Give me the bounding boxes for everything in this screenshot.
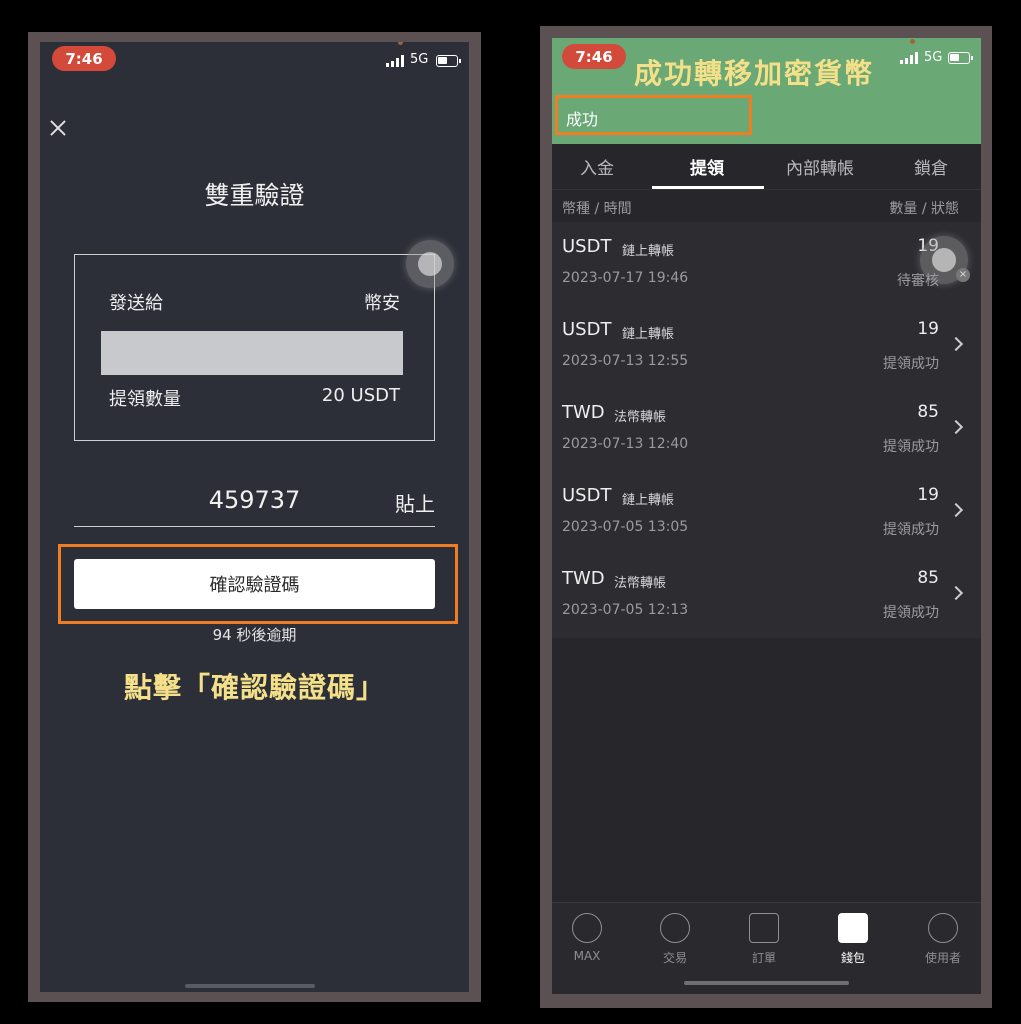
send-to-label: 發送給 — [109, 293, 163, 314]
amount-row: 提領數量 20 USDT — [109, 385, 400, 411]
transaction-status: 提領成功 — [883, 439, 939, 455]
two-factor-screen: 7:46 5G 雙重驗證 發送給 幣安 提領數量 20 USDT 459737 … — [40, 42, 469, 992]
transaction-time: 2023-07-13 12:40 — [562, 436, 689, 452]
nav-item-user[interactable]: 使用者 — [908, 913, 978, 966]
transaction-status: 提領成功 — [883, 605, 939, 621]
network-label: 5G — [924, 50, 943, 65]
success-banner: 7:46 5G 成功轉移加密貨幣 成功 — [552, 38, 981, 144]
wallet-icon — [838, 913, 868, 943]
withdraw-info-box: 發送給 幣安 提領數量 20 USDT — [74, 254, 435, 441]
transaction-time: 2023-07-05 12:13 — [562, 602, 689, 618]
transfer-type: 法幣轉帳 — [614, 576, 667, 591]
assistive-touch-icon[interactable]: × — [920, 236, 970, 284]
transaction-status: 提領成功 — [883, 356, 939, 372]
status-time: 7:46 — [52, 46, 116, 71]
battery-icon — [948, 52, 973, 64]
coin-name: USDT — [562, 319, 612, 340]
signal-icon — [900, 52, 918, 64]
confirm-code-button[interactable]: 確認驗證碼 — [74, 559, 435, 609]
expiry-countdown: 94 秒後逾期 — [212, 626, 297, 644]
active-tab-indicator — [652, 186, 764, 189]
assistive-touch-icon[interactable] — [406, 240, 454, 288]
camera-dot — [910, 39, 915, 44]
column-header-coin-time: 幣種 / 時間 — [562, 201, 632, 217]
transaction-status: 提領成功 — [883, 522, 939, 538]
nav-item-max[interactable]: MAX — [552, 913, 622, 963]
tab-internal-transfer[interactable]: 內部轉帳 — [786, 154, 854, 179]
nav-label: 錢包 — [840, 951, 865, 965]
nav-label: 交易 — [662, 951, 687, 965]
bottom-nav: MAX 交易 訂單 錢包 使用者 — [552, 902, 981, 994]
send-to-row: 發送給 幣安 — [109, 289, 400, 315]
highlight-frame — [555, 95, 752, 135]
result-caption: 成功轉移加密貨幣 — [634, 57, 875, 90]
nav-item-orders[interactable]: 訂單 — [729, 913, 799, 966]
column-header-amount-status: 數量 / 狀態 — [889, 201, 959, 217]
list-item[interactable]: TWD 法幣轉帳 2023-07-13 12:40 85 提領成功 — [552, 388, 981, 471]
transaction-time: 2023-07-17 19:46 — [562, 270, 689, 286]
instruction-caption: 點擊「確認驗證碼」 — [123, 671, 385, 704]
home-indicator — [684, 981, 849, 985]
nav-label: MAX — [573, 949, 601, 963]
transfer-type: 鏈上轉帳 — [622, 493, 675, 508]
verification-code-field[interactable]: 459737 貼上 — [74, 482, 435, 527]
coin-name: USDT — [562, 485, 612, 506]
amount-label: 提領數量 — [109, 389, 181, 410]
chevron-right-icon — [948, 502, 964, 518]
tab-bar: 入金 提領 內部轉帳 鎖倉 — [552, 144, 981, 190]
transaction-amount: 85 — [917, 402, 939, 422]
verification-code-value[interactable]: 459737 — [74, 486, 435, 514]
send-to-value: 幣安 — [364, 293, 400, 314]
network-label: 5G — [410, 52, 429, 67]
orders-icon — [749, 913, 779, 943]
list-item[interactable]: TWD 法幣轉帳 2023-07-05 12:13 85 提領成功 — [552, 554, 981, 637]
nav-item-wallet[interactable]: 錢包 — [818, 913, 888, 966]
tab-lock[interactable]: 鎖倉 — [914, 154, 948, 179]
transfer-type: 鏈上轉帳 — [622, 327, 675, 342]
max-icon — [572, 913, 602, 943]
chevron-right-icon — [948, 419, 964, 435]
status-time: 7:46 — [562, 44, 626, 69]
transaction-amount: 19 — [917, 319, 939, 339]
transfer-type: 法幣轉帳 — [614, 410, 667, 425]
status-bar: 7:46 5G — [40, 42, 469, 78]
paste-button[interactable]: 貼上 — [395, 488, 435, 517]
list-item[interactable]: USDT 鏈上轉帳 2023-07-13 12:55 19 提領成功 — [552, 305, 981, 388]
coin-name: TWD — [562, 568, 605, 589]
right-phone-frame: 7:46 5G 成功轉移加密貨幣 成功 入金 提領 內部轉帳 鎖倉 幣種 / 時… — [540, 26, 992, 1008]
transaction-amount: 19 — [917, 485, 939, 505]
withdraw-list: USDT 鏈上轉帳 2023-07-17 19:46 19 待審核 USDT 鏈… — [552, 222, 981, 638]
transaction-time: 2023-07-05 13:05 — [562, 519, 689, 535]
chevron-right-icon — [948, 336, 964, 352]
tab-deposit[interactable]: 入金 — [580, 154, 614, 179]
left-phone-frame: 7:46 5G 雙重驗證 發送給 幣安 提領數量 20 USDT 459737 … — [28, 32, 481, 1002]
nav-label: 訂單 — [751, 951, 776, 965]
tab-withdraw[interactable]: 提領 — [690, 154, 724, 179]
close-icon[interactable] — [48, 118, 68, 138]
close-icon[interactable]: × — [956, 268, 970, 282]
nav-label: 使用者 — [924, 951, 961, 965]
chevron-right-icon — [948, 585, 964, 601]
home-indicator — [185, 984, 315, 988]
list-item[interactable]: USDT 鏈上轉帳 2023-07-05 13:05 19 提領成功 — [552, 471, 981, 554]
amount-value: 20 USDT — [321, 385, 400, 406]
user-icon — [928, 913, 958, 943]
transaction-time: 2023-07-13 12:55 — [562, 353, 689, 369]
transfer-type: 鏈上轉帳 — [622, 244, 675, 259]
nav-item-exchange[interactable]: 交易 — [640, 913, 710, 966]
list-item[interactable]: USDT 鏈上轉帳 2023-07-17 19:46 19 待審核 — [552, 222, 981, 305]
withdraw-history-screen: 7:46 5G 成功轉移加密貨幣 成功 入金 提領 內部轉帳 鎖倉 幣種 / 時… — [552, 38, 981, 994]
coin-name: USDT — [562, 236, 612, 257]
transaction-amount: 85 — [917, 568, 939, 588]
battery-icon — [436, 55, 461, 67]
page-title: 雙重驗證 — [204, 181, 305, 210]
exchange-icon — [660, 913, 690, 943]
signal-icon — [386, 55, 404, 67]
masked-address — [101, 331, 403, 375]
coin-name: TWD — [562, 402, 605, 423]
